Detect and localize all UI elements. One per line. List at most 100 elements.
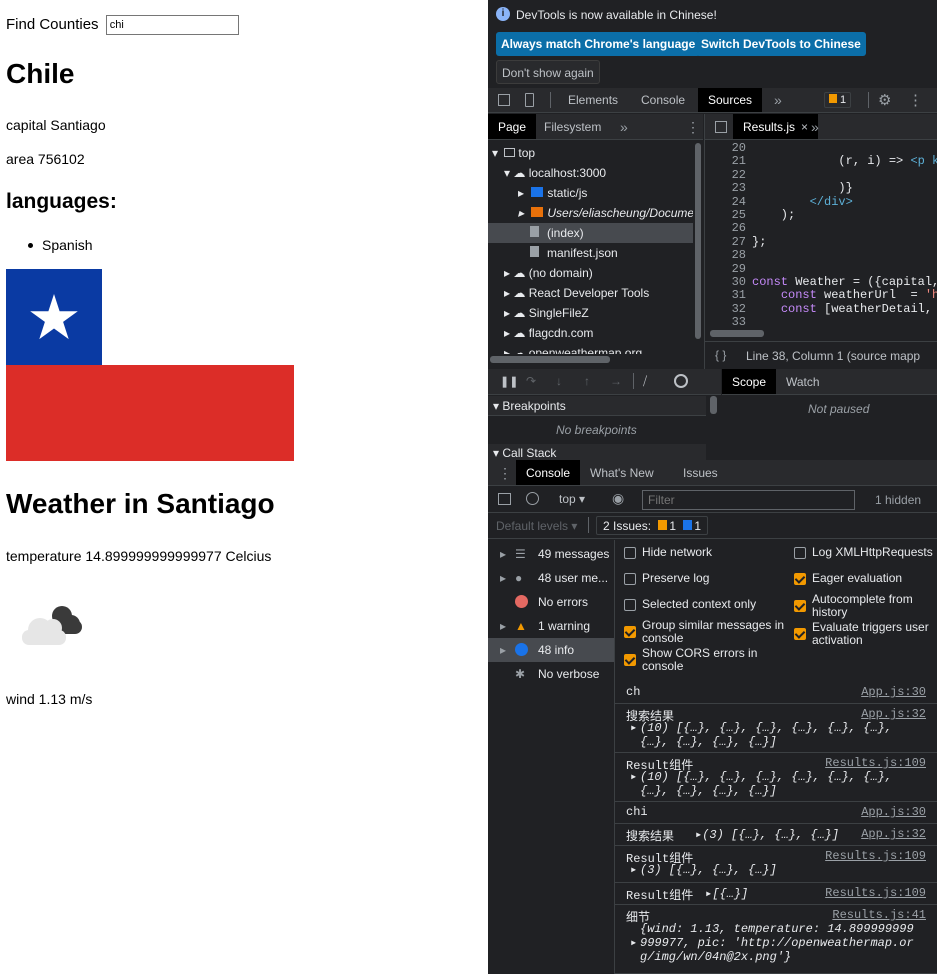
always-match-button[interactable]: Always match Chrome's language <box>496 32 701 56</box>
tab-whats-new[interactable]: What's New <box>580 460 664 485</box>
cors-errors-checkbox[interactable] <box>624 654 636 666</box>
tab-console-drawer[interactable]: Console <box>516 460 581 485</box>
nav-menu-icon[interactable]: ⋮ <box>686 119 700 136</box>
console-message[interactable]: Result组件 Results.js:109 (10) [{…}, {…}, {…… <box>615 753 937 802</box>
line-number[interactable]: 31 <box>708 288 746 302</box>
context-selector[interactable]: top ▾ <box>559 492 585 506</box>
sidebar-item-messages[interactable]: ▸ ☰ 49 messages <box>488 542 614 566</box>
line-number[interactable]: 30 <box>708 275 746 289</box>
tab-watch[interactable]: Watch <box>776 369 830 394</box>
sidebar-toggle-icon[interactable] <box>498 493 511 505</box>
tab-filesystem[interactable]: Filesystem <box>534 114 611 139</box>
source-link[interactable]: Results.js:109 <box>825 886 926 900</box>
message-detail[interactable]: ▸[{…}] <box>705 886 748 901</box>
step-out-icon[interactable]: ↑ <box>584 374 590 388</box>
expand-arrow-icon[interactable]: ▸ <box>630 936 637 950</box>
log-xhr-checkbox[interactable] <box>794 547 806 559</box>
source-link[interactable]: Results.js:109 <box>825 756 926 770</box>
tab-sources[interactable]: Sources <box>698 88 763 112</box>
line-number[interactable]: 25 <box>708 208 746 222</box>
filter-input[interactable] <box>642 490 855 510</box>
message-detail[interactable]: (3) [{…}, {…}, {…}] ▸ <box>630 863 920 877</box>
tree-item-no-domain[interactable]: ▸ ☁ (no domain) <box>504 263 593 283</box>
console-message[interactable]: chi App.js:30 <box>615 802 937 824</box>
tree-item-manifest[interactable]: manifest.json <box>530 243 618 263</box>
tree-item-flagcdn[interactable]: ▸ ☁ flagcdn.com <box>504 323 593 343</box>
expand-arrow-icon[interactable]: ▸ <box>630 721 637 735</box>
gear-icon[interactable]: ⚙ <box>878 91 891 109</box>
clear-console-icon[interactable] <box>526 492 539 505</box>
tree-item-react-devtools[interactable]: ▸ ☁ React Developer Tools <box>504 283 649 303</box>
deactivate-breakpoints-icon[interactable]: ⧸ <box>643 374 647 389</box>
message-detail[interactable]: {wind: 1.13, temperature: 14.89999999999… <box>630 922 920 964</box>
drawer-menu-icon[interactable]: ⋮ <box>498 465 512 482</box>
issues-button[interactable]: 2 Issues: 1 1 <box>596 516 709 535</box>
more-editor-tabs-icon[interactable]: » <box>811 119 819 135</box>
tree-item-singlefilez[interactable]: ▸ ☁ SingleFileZ <box>504 303 589 323</box>
console-message[interactable]: 细节 Results.js:41 {wind: 1.13, temperature:… <box>615 905 937 974</box>
sidebar-item-warnings[interactable]: ▸ ▲ 1 warning <box>488 614 614 638</box>
sidebar-item-errors[interactable]: No errors <box>488 590 614 614</box>
tree-item-localhost[interactable]: ▾ ☁ localhost:3000 <box>504 163 606 183</box>
tab-scope[interactable]: Scope <box>722 369 777 394</box>
default-levels-dropdown[interactable]: Default levels ▾ <box>496 519 577 533</box>
line-number[interactable]: 33 <box>708 315 746 325</box>
line-number[interactable]: 24 <box>708 195 746 209</box>
group-similar-checkbox[interactable] <box>624 626 636 638</box>
source-link[interactable]: App.js:30 <box>861 685 926 699</box>
line-number[interactable]: 23 <box>708 181 746 195</box>
console-message[interactable]: ch App.js:30 <box>615 682 937 704</box>
eager-eval-checkbox[interactable] <box>794 573 806 585</box>
call-stack-header[interactable]: ▾ Call Stack <box>488 444 706 460</box>
console-message[interactable]: 搜索结果 App.js:32 ▸(3) [{…}, {…}, {…}] <box>615 824 937 846</box>
expand-arrow-icon[interactable]: ▸ <box>630 863 637 877</box>
source-link[interactable]: App.js:32 <box>861 707 926 721</box>
tree-item-users-folder[interactable]: ▸ Users/eliascheung/Docume <box>518 203 693 223</box>
pretty-print-icon[interactable]: { } <box>715 348 726 362</box>
evaluate-triggers-checkbox[interactable] <box>794 628 806 640</box>
pause-on-exceptions-icon[interactable] <box>674 374 688 388</box>
hide-network-checkbox[interactable] <box>624 547 636 559</box>
source-link[interactable]: Results.js:41 <box>832 908 926 922</box>
search-input[interactable] <box>105 15 239 35</box>
line-number[interactable]: 22 <box>708 168 746 182</box>
line-number[interactable]: 26 <box>708 221 746 235</box>
tree-item-static-js[interactable]: ▸ static/js <box>518 183 587 203</box>
pause-icon[interactable]: ❚❚ <box>500 375 518 388</box>
debugger-scrollbar[interactable] <box>710 396 717 414</box>
close-icon[interactable]: × <box>801 120 808 134</box>
eye-icon[interactable]: ◉ <box>612 490 624 507</box>
expand-arrow-icon[interactable]: ▸ <box>630 770 637 784</box>
code-editor[interactable]: 20 21 (r, i) => <p k 22 23 )} 24 </div> 25 );… <box>708 140 937 325</box>
message-detail[interactable]: ▸(3) [{…}, {…}, {…}] <box>695 827 839 842</box>
step-over-icon[interactable]: ↷ <box>526 374 536 388</box>
issues-badge[interactable]: 1 <box>824 92 852 108</box>
tab-console[interactable]: Console <box>631 88 695 112</box>
selected-context-checkbox[interactable] <box>624 599 636 611</box>
console-message[interactable]: 搜索结果 App.js:32 (10) [{…}, {…}, {…}, {…}, {… <box>615 704 937 753</box>
sidebar-item-info[interactable]: ▸ 48 info <box>488 638 614 662</box>
dont-show-again-button[interactable]: Don't show again <box>496 60 600 84</box>
line-number[interactable]: 28 <box>708 248 746 262</box>
line-number[interactable]: 20 <box>708 141 746 155</box>
more-menu-icon[interactable]: ⋮ <box>908 91 923 109</box>
tree-scrollbar[interactable] <box>695 143 701 339</box>
line-number[interactable]: 27 <box>708 235 746 249</box>
inspect-icon[interactable] <box>498 94 510 106</box>
sidebar-item-user-messages[interactable]: ▸ ● 48 user me... <box>488 566 614 590</box>
tab-results-js[interactable]: Results.js × <box>733 114 819 139</box>
tree-item-index[interactable]: (index) <box>488 223 693 243</box>
code-hscrollbar[interactable] <box>710 330 764 337</box>
line-number[interactable]: 29 <box>708 262 746 276</box>
tree-item-openweathermap[interactable]: ▸ ☁ openweathermap.org <box>504 343 642 354</box>
step-icon[interactable]: → <box>610 374 622 388</box>
tab-page[interactable]: Page <box>488 114 537 139</box>
tab-elements[interactable]: Elements <box>558 88 628 112</box>
tab-issues[interactable]: Issues <box>673 460 728 485</box>
source-link[interactable]: App.js:30 <box>861 805 926 819</box>
console-message[interactable]: Result组件 Results.js:109 ▸[{…}] <box>615 883 937 905</box>
autocomplete-checkbox[interactable] <box>794 600 806 612</box>
toggle-navigator-icon[interactable] <box>715 121 727 133</box>
more-nav-icon[interactable]: » <box>620 119 628 135</box>
line-number[interactable]: 21 <box>708 154 746 168</box>
